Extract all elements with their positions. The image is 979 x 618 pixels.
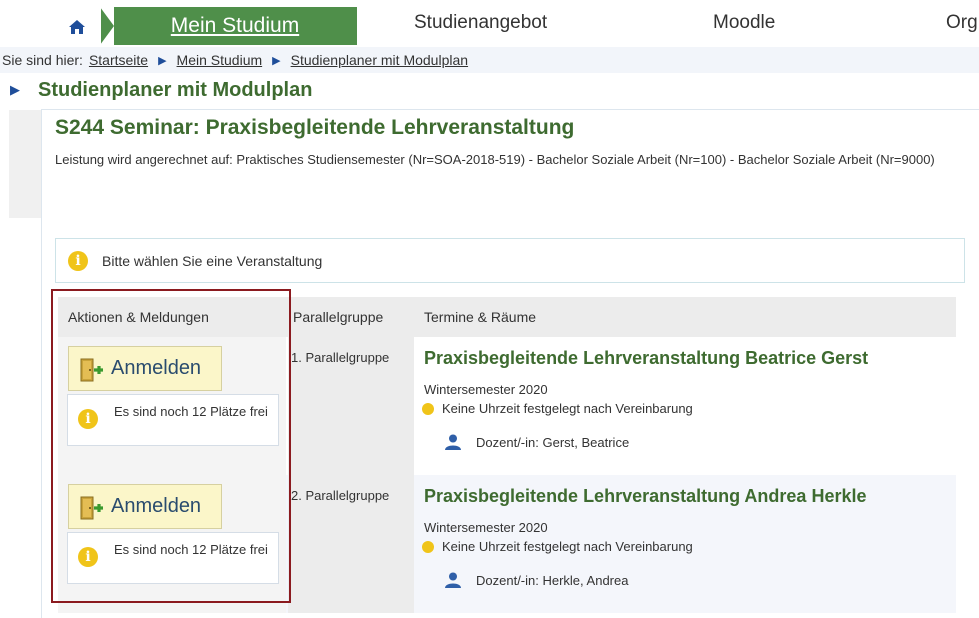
header-actions: Aktionen & Meldungen — [68, 309, 209, 325]
table-row: Anmelden i Es sind noch 12 Plätze frei 1… — [58, 337, 956, 475]
door-enter-icon — [80, 358, 103, 382]
slots-text: Es sind noch 12 Plätze frei — [114, 404, 268, 419]
register-button[interactable]: Anmelden — [68, 346, 222, 391]
time-info: Keine Uhrzeit festgelegt nach Vereinbaru… — [422, 539, 693, 554]
header-dates: Termine & Räume — [424, 309, 537, 325]
home-button[interactable] — [55, 8, 99, 45]
home-icon — [69, 19, 85, 34]
dates-cell: Praxisbegleitende Lehrveranstaltung Andr… — [415, 475, 956, 613]
lecturer-text: Dozent/-in: Herkle, Andrea — [476, 572, 629, 588]
breadcrumb-studienplaner[interactable]: Studienplaner mit Modulplan — [291, 52, 468, 68]
sidebar-collapsed — [9, 110, 41, 218]
time-text: Keine Uhrzeit festgelegt nach Vereinbaru… — [442, 401, 693, 416]
group-cell: 2. Parallelgruppe — [288, 475, 414, 613]
group-label: 2. Parallelgruppe — [291, 488, 390, 503]
dates-cell: Praxisbegleitende Lehrveranstaltung Beat… — [415, 337, 956, 475]
lecturer-text: Dozent/-in: Gerst, Beatrice — [476, 434, 630, 450]
semester-label: Wintersemester 2020 — [424, 382, 548, 397]
lecturer-info: Dozent/-in: Gerst, Beatrice — [444, 434, 629, 450]
register-button-label: Anmelden — [111, 357, 202, 379]
nav-organisation[interactable]: Org — [946, 12, 978, 34]
actions-cell: Anmelden i Es sind noch 12 Plätze frei — [58, 337, 286, 475]
credit-text: Leistung wird angerechnet auf: Praktisch… — [55, 152, 935, 167]
info-message: Bitte wählen Sie eine Veranstaltung — [102, 252, 323, 269]
breadcrumb-prefix: Sie sind hier: — [2, 52, 83, 68]
group-cell: 1. Parallelgruppe — [288, 337, 414, 475]
header-group: Parallelgruppe — [293, 309, 384, 325]
slots-text: Es sind noch 12 Plätze frei — [114, 542, 268, 557]
actions-cell: Anmelden i Es sind noch 12 Plätze frei — [58, 475, 286, 613]
semester-label: Wintersemester 2020 — [424, 520, 548, 535]
breadcrumb: Sie sind hier: Startseite ▶ Mein Studium… — [0, 47, 979, 73]
breadcrumb-startseite[interactable]: Startseite — [89, 52, 148, 68]
page-title-row: ▶ Studienplaner mit Modulplan — [0, 76, 979, 104]
table-header: Aktionen & Meldungen Parallelgruppe Term… — [58, 297, 956, 337]
status-dot-icon — [422, 402, 434, 415]
info-icon: i — [78, 547, 98, 567]
person-icon — [445, 572, 461, 588]
register-button-label: Anmelden — [111, 495, 202, 517]
top-navigation: Mein Studium Studienangebot Moodle Org — [0, 0, 979, 47]
info-icon: i — [78, 409, 98, 429]
module-title: S244 Seminar: Praxisbegleitende Lehrvera… — [55, 116, 575, 139]
status-dot-icon — [422, 540, 434, 553]
nav-moodle[interactable]: Moodle — [713, 12, 775, 34]
nav-studienangebot[interactable]: Studienangebot — [414, 12, 547, 34]
table-row: Anmelden i Es sind noch 12 Plätze frei 2… — [58, 475, 956, 613]
slots-notice: i Es sind noch 12 Plätze frei — [67, 532, 279, 584]
time-text: Keine Uhrzeit festgelegt nach Vereinbaru… — [442, 539, 693, 554]
breadcrumb-mein-studium[interactable]: Mein Studium — [177, 52, 263, 68]
chevron-right-icon: ▶ — [10, 82, 20, 97]
time-info: Keine Uhrzeit festgelegt nach Vereinbaru… — [422, 401, 693, 416]
info-icon: i — [68, 250, 88, 271]
slots-notice: i Es sind noch 12 Plätze frei — [67, 394, 279, 446]
page-title: Studienplaner mit Modulplan — [38, 78, 313, 101]
chevron-right-icon: ▶ — [272, 54, 281, 67]
nav-mein-studium[interactable]: Mein Studium — [100, 7, 357, 45]
door-enter-icon — [80, 496, 103, 520]
group-label: 1. Parallelgruppe — [291, 350, 390, 365]
event-title[interactable]: Praxisbegleitende Lehrveranstaltung Beat… — [424, 348, 868, 369]
info-box: i Bitte wählen Sie eine Veranstaltung — [55, 238, 965, 283]
nav-mein-studium-label: Mein Studium — [170, 14, 300, 37]
person-icon — [445, 434, 461, 450]
chevron-right-icon: ▶ — [158, 54, 167, 67]
register-button[interactable]: Anmelden — [68, 484, 222, 529]
event-title[interactable]: Praxisbegleitende Lehrveranstaltung Andr… — [424, 486, 867, 507]
lecturer-info: Dozent/-in: Herkle, Andrea — [444, 572, 628, 588]
